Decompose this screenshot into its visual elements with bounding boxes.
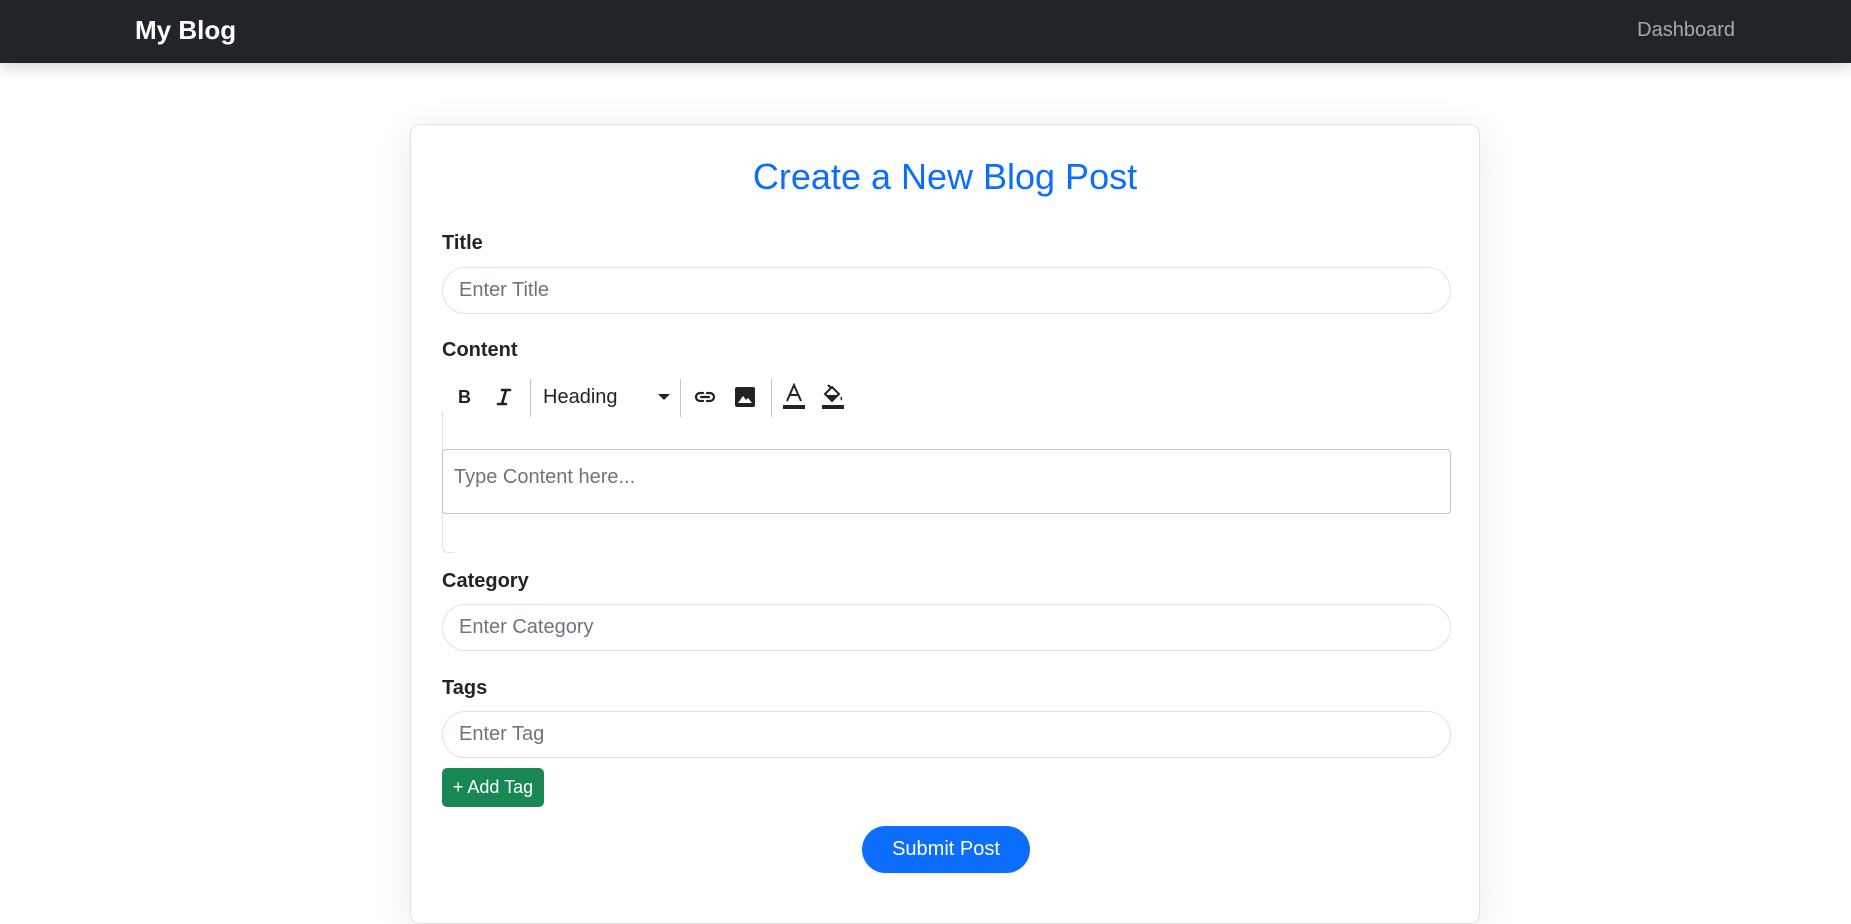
text-color-icon[interactable] <box>778 381 810 413</box>
create-post-card: Create a New Blog Post Title Content B H… <box>410 124 1480 924</box>
background-color-icon[interactable] <box>817 381 849 413</box>
title-label: Title <box>442 232 483 254</box>
svg-text:B: B <box>458 387 471 407</box>
link-icon[interactable] <box>689 381 721 413</box>
tags-label: Tags <box>442 677 488 699</box>
navbar: My Blog Dashboard <box>0 0 1851 63</box>
tag-input[interactable] <box>442 711 1451 758</box>
content-editor[interactable]: Type Content here... <box>442 449 1451 514</box>
brand-logo[interactable]: My Blog <box>135 13 236 47</box>
nav-link-dashboard[interactable]: Dashboard <box>1637 17 1735 43</box>
toolbar-divider <box>680 379 681 417</box>
heading-dropdown-label: Heading <box>543 386 618 408</box>
category-label: Category <box>442 570 529 592</box>
italic-icon[interactable] <box>488 381 520 413</box>
toolbar-divider <box>771 379 772 417</box>
image-icon[interactable] <box>729 381 761 413</box>
title-input[interactable] <box>442 267 1451 314</box>
editor-toolbar: B Heading <box>442 375 862 419</box>
caret-down-icon <box>658 394 670 400</box>
toolbar-divider <box>530 379 531 417</box>
add-tag-button[interactable]: + Add Tag <box>442 768 544 807</box>
submit-post-button[interactable]: Submit Post <box>862 826 1030 873</box>
category-input[interactable] <box>442 604 1451 651</box>
content-label: Content <box>442 339 518 361</box>
heading-dropdown[interactable]: Heading <box>542 381 676 413</box>
content-placeholder: Type Content here... <box>454 466 636 488</box>
page-title: Create a New Blog Post <box>752 156 1138 197</box>
bold-icon[interactable]: B <box>448 381 480 413</box>
